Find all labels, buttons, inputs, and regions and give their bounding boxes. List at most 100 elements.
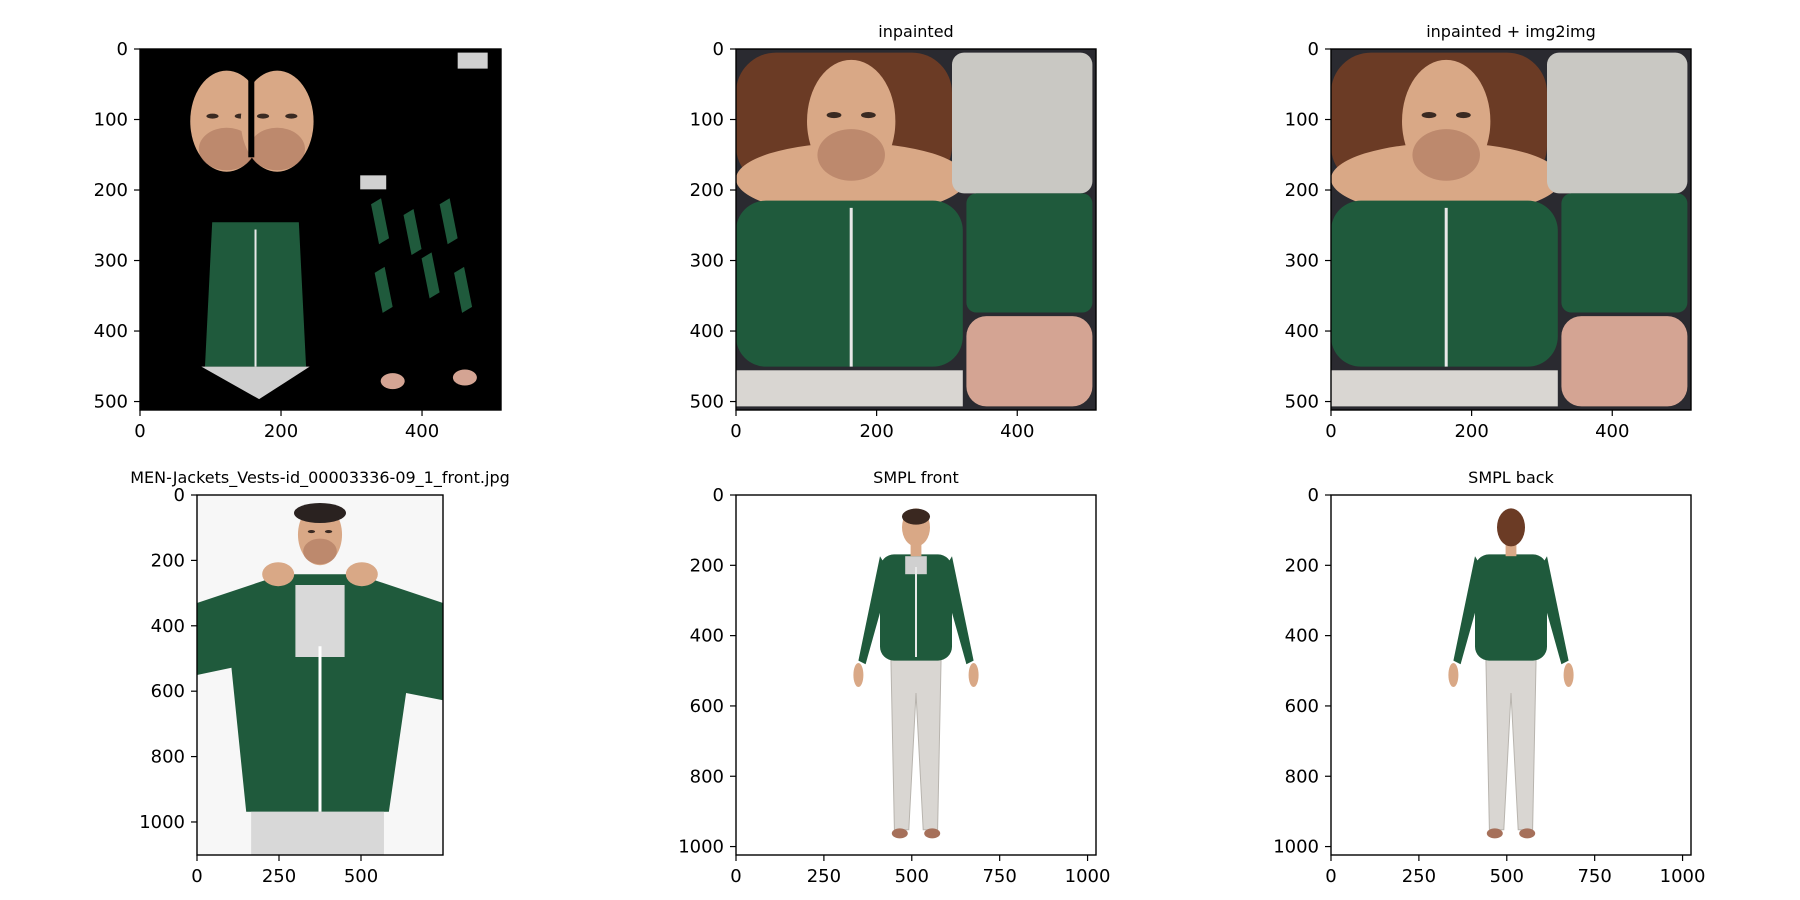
x-tick-label: 500 — [1490, 866, 1524, 887]
jacket-region — [1331, 200, 1558, 367]
foot-shape — [891, 828, 908, 839]
panel-6: 0 250 500 750 1000 0 200 400 600 800 1000 SMPL back — [1273, 468, 1705, 887]
eye-shape — [285, 113, 298, 119]
y-tick-label: 500 — [94, 392, 128, 413]
x-tick-label: 400 — [405, 421, 439, 442]
y-tick-label: 1000 — [1273, 837, 1319, 858]
eye-shape — [1456, 111, 1471, 119]
x-tick-label: 500 — [895, 866, 929, 887]
x-tick-label: 750 — [982, 866, 1016, 887]
x-tick-label: 250 — [807, 866, 841, 887]
hand-fragment — [452, 369, 477, 386]
panel-3: 0 200 400 0 100 200 300 400 500 inpainted + img2i… — [1285, 22, 1692, 442]
y-tick-label: 1000 — [139, 812, 185, 833]
y-tick-label: 500 — [690, 392, 724, 413]
x-tick-label: 1000 — [1660, 866, 1706, 887]
hand-shape — [968, 663, 979, 687]
foot-shape — [924, 828, 941, 839]
image-2 — [736, 49, 1096, 410]
y-tick-label: 0 — [1308, 485, 1319, 506]
image-5 — [736, 495, 1096, 855]
panel-title: MEN-Jackets_Vests-id_00003336-09_1_front… — [130, 468, 510, 488]
hands-region — [966, 316, 1093, 407]
beard-shape — [303, 538, 337, 565]
beard-shape — [817, 129, 885, 181]
head-shape — [1497, 508, 1525, 547]
pants-region — [1331, 370, 1558, 407]
y-tick-label: 0 — [713, 39, 724, 60]
x-tick-label: 0 — [730, 421, 741, 442]
pants-shape — [251, 811, 384, 855]
y-tick-label: 600 — [151, 681, 185, 702]
y-tick-label: 0 — [117, 39, 128, 60]
hand-shape — [1448, 663, 1459, 687]
hand-fragment — [380, 373, 405, 390]
x-tick-label: 200 — [264, 421, 298, 442]
y-tick-label: 300 — [1285, 251, 1319, 272]
y-tick-label: 100 — [690, 110, 724, 131]
image-1 — [140, 49, 501, 410]
x-tick-label: 0 — [134, 421, 145, 442]
panel-title: inpainted — [878, 22, 953, 41]
sleeve-region — [966, 193, 1093, 313]
y-tick-label: 200 — [151, 550, 185, 571]
panel-4: 0 250 500 0 200 400 600 800 1000 MEN-Jackets_Vest… — [130, 468, 510, 887]
y-tick-label: 400 — [1285, 321, 1319, 342]
beard-shape — [1412, 129, 1480, 181]
panel-2: 0 200 400 0 100 200 300 400 500 inpainted — [690, 22, 1097, 442]
eye-shape — [861, 111, 876, 119]
y-tick-label: 800 — [151, 747, 185, 768]
y-tick-label: 300 — [690, 251, 724, 272]
hands-region — [1561, 316, 1688, 407]
jacket-region — [736, 200, 963, 367]
beard-shape — [249, 127, 305, 171]
pants-region — [736, 370, 963, 407]
y-tick-label: 200 — [1285, 180, 1319, 201]
sleeve-region — [1561, 193, 1688, 313]
figure: 0 200 400 0 100 200 300 400 500 0 200 400 0 100 200 300… — [94, 22, 1706, 887]
x-tick-label: 0 — [730, 866, 741, 887]
y-tick-label: 300 — [94, 251, 128, 272]
eye-shape — [206, 113, 219, 119]
foot-shape — [1486, 828, 1503, 839]
y-tick-label: 800 — [690, 766, 724, 787]
y-tick-label: 100 — [1285, 110, 1319, 131]
panel-5: 0 250 500 750 1000 0 200 400 600 800 1000 SMPL fron… — [678, 468, 1110, 887]
y-tick-label: 200 — [1285, 555, 1319, 576]
y-tick-label: 500 — [1285, 392, 1319, 413]
y-tick-label: 400 — [690, 321, 724, 342]
x-tick-label: 1000 — [1065, 866, 1111, 887]
eye-shape — [826, 111, 842, 119]
fabric-patch — [457, 52, 488, 69]
hand-shape — [1563, 663, 1574, 687]
hair-shape — [294, 503, 346, 523]
eye-shape — [324, 530, 333, 534]
x-tick-label: 0 — [1325, 866, 1336, 887]
y-tick-label: 400 — [690, 626, 724, 647]
eye-shape — [1421, 111, 1437, 119]
x-tick-label: 0 — [191, 866, 202, 887]
x-tick-label: 0 — [1325, 421, 1336, 442]
grey-fabric-region — [1547, 52, 1688, 194]
image-3 — [1331, 49, 1691, 410]
x-tick-label: 250 — [262, 866, 296, 887]
x-tick-label: 200 — [1454, 421, 1488, 442]
torso-shape — [1475, 554, 1547, 661]
foot-shape — [1519, 828, 1536, 839]
fabric-patch — [360, 175, 387, 190]
x-tick-label: 250 — [1402, 866, 1436, 887]
y-tick-label: 0 — [713, 485, 724, 506]
panel-1: 0 200 400 0 100 200 300 400 500 — [94, 39, 502, 442]
hand-shape — [345, 562, 378, 587]
y-tick-label: 600 — [1285, 696, 1319, 717]
y-tick-label: 800 — [1285, 766, 1319, 787]
x-tick-label: 750 — [1577, 866, 1611, 887]
grey-fabric-region — [952, 52, 1093, 194]
y-tick-label: 1000 — [678, 837, 724, 858]
hair-shape — [902, 508, 930, 525]
y-tick-label: 200 — [94, 180, 128, 201]
hand-shape — [853, 663, 864, 687]
eye-shape — [256, 113, 270, 119]
y-tick-label: 400 — [94, 321, 128, 342]
y-tick-label: 100 — [94, 110, 128, 131]
